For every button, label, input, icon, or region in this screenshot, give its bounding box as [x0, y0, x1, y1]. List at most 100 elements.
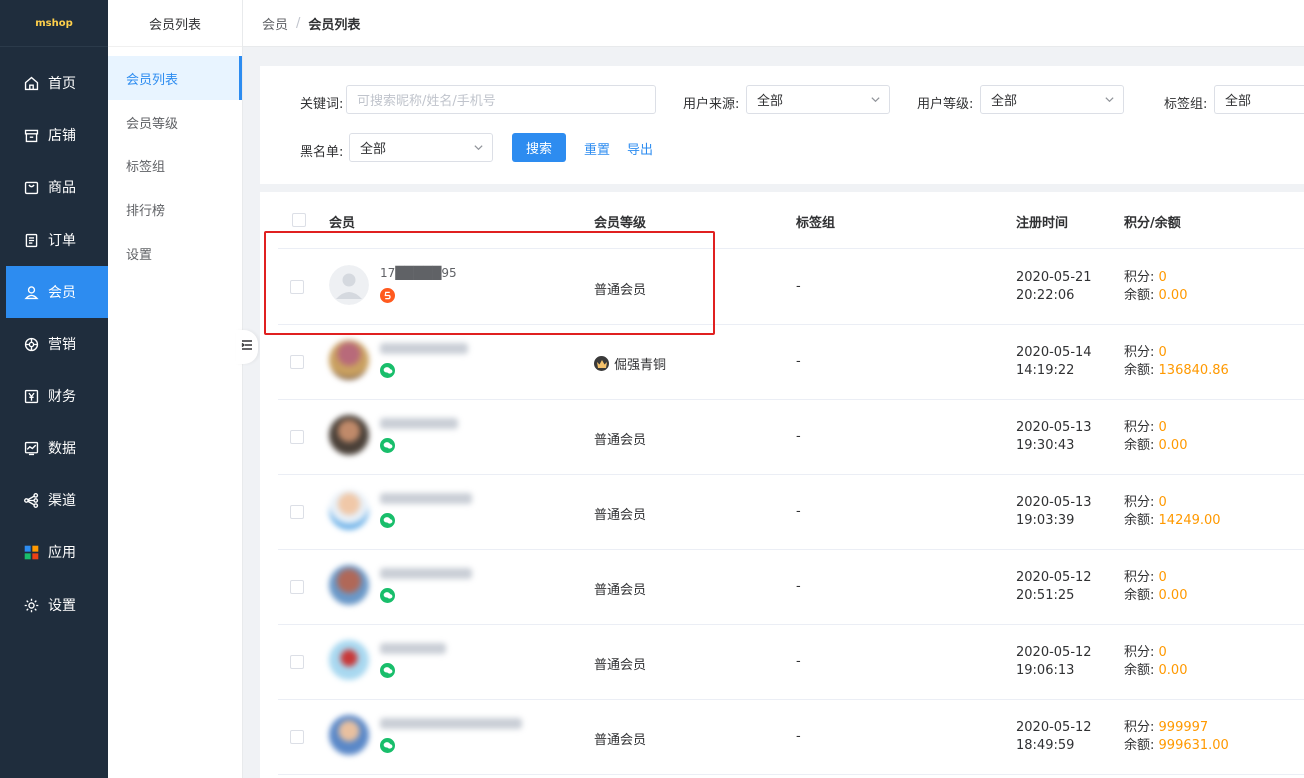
- blurred-nickname: [380, 568, 472, 579]
- balance-label: 余额:: [1124, 513, 1155, 528]
- tag-group-label: 标签组:: [1164, 97, 1208, 112]
- header-points-balance: 积分/余额: [1124, 216, 1181, 231]
- apps-icon: [22, 543, 40, 561]
- member-level: 普通会员: [594, 579, 646, 598]
- blurred-nickname: [380, 343, 468, 354]
- submenu-item-member-list[interactable]: 会员列表: [108, 56, 242, 100]
- balance-label: 余额:: [1124, 738, 1155, 753]
- highlight-annotation-box: [264, 231, 715, 335]
- tag-group-select[interactable]: 全部: [1214, 85, 1304, 114]
- marketing-icon: [22, 335, 40, 353]
- nav-item-marketing[interactable]: 营销: [6, 318, 108, 370]
- collapse-menu-button[interactable]: [236, 330, 258, 364]
- blacklist-select[interactable]: 全部: [349, 133, 493, 162]
- row-checkbox[interactable]: [290, 355, 304, 369]
- points-balance: 积分: 0 余额: 0.00: [1124, 269, 1187, 305]
- row-checkbox[interactable]: [290, 505, 304, 519]
- member-tag-group: -: [796, 579, 801, 594]
- table-row[interactable]: 普通会员 - 2020-05-12 18:49:59 积分: 999997 余额:…: [278, 700, 1304, 775]
- table-row[interactable]: 普通会员 - 2020-05-12 19:06:13 积分: 0 余额: 0.00: [278, 625, 1304, 700]
- table-row[interactable]: 普通会员 - 2020-05-12 20:51:25 积分: 0 余额: 0.00: [278, 550, 1304, 625]
- submenu-item-tag-group[interactable]: 标签组: [108, 143, 242, 187]
- nav-label: 设置: [48, 598, 76, 614]
- nav-item-members[interactable]: 会员: [6, 266, 108, 318]
- reset-link[interactable]: 重置: [584, 139, 610, 158]
- points-balance: 积分: 999997 余额: 999631.00: [1124, 719, 1229, 755]
- source-select[interactable]: 全部: [746, 85, 890, 114]
- balance-value: 0.00: [1158, 663, 1188, 678]
- keyword-label: 关键词:: [300, 97, 344, 112]
- points-balance: 积分: 0 余额: 136840.86: [1124, 344, 1229, 380]
- points-label: 积分:: [1124, 645, 1155, 660]
- member-level-label: 普通会员: [594, 433, 647, 448]
- member-level: 倔强青铜: [594, 354, 666, 373]
- balance-label: 余额:: [1124, 363, 1155, 378]
- balance-value: 14249.00: [1158, 513, 1221, 528]
- nav-item-settings[interactable]: 设置: [6, 579, 108, 631]
- points-label: 积分:: [1124, 420, 1155, 435]
- nav-item-store[interactable]: 店铺: [6, 109, 108, 161]
- home-icon: [22, 74, 40, 92]
- points-balance: 积分: 0 余额: 0.00: [1124, 569, 1187, 605]
- export-link[interactable]: 导出: [627, 139, 653, 158]
- level-select[interactable]: 全部: [980, 85, 1124, 114]
- member-tag-group: -: [796, 354, 801, 369]
- nav-item-data[interactable]: 数据: [6, 422, 108, 474]
- table-row[interactable]: 普通会员 - 2020-05-13 19:30:43 积分: 0 余额: 0.00: [278, 400, 1304, 475]
- row-checkbox[interactable]: [290, 730, 304, 744]
- blurred-nickname: [380, 643, 446, 654]
- keyword-input[interactable]: 可搜索昵称/姓名/手机号: [346, 85, 656, 114]
- breadcrumb-root[interactable]: 会员: [262, 14, 288, 33]
- points-value: 999997: [1158, 720, 1209, 735]
- row-checkbox[interactable]: [290, 580, 304, 594]
- wechat-source-icon: [380, 663, 395, 678]
- nav-label: 财务: [48, 389, 76, 405]
- submenu-item-ranking[interactable]: 排行榜: [108, 187, 242, 231]
- submenu-item-settings[interactable]: 设置: [108, 231, 242, 275]
- points-value: 0: [1158, 495, 1167, 510]
- nav-label: 渠道: [48, 493, 76, 509]
- nav-label: 应用: [48, 545, 76, 561]
- points-label: 积分:: [1124, 495, 1155, 510]
- nav-label: 店铺: [48, 128, 76, 144]
- row-checkbox[interactable]: [290, 430, 304, 444]
- search-button[interactable]: 搜索: [512, 133, 566, 162]
- register-date: 2020-05-12: [1016, 570, 1092, 585]
- nav-item-finance[interactable]: 财务: [6, 370, 108, 422]
- register-clock: 19:06:13: [1016, 663, 1075, 678]
- select-all-checkbox[interactable]: [292, 213, 306, 227]
- balance-label: 余额:: [1124, 438, 1155, 453]
- table-row[interactable]: 倔强青铜 - 2020-05-14 14:19:22 积分: 0 余额: 1368…: [278, 325, 1304, 400]
- logo[interactable]: mshop: [0, 0, 108, 47]
- points-label: 积分:: [1124, 270, 1155, 285]
- submenu-item-member-level[interactable]: 会员等级: [108, 100, 242, 144]
- header-member: 会员: [329, 216, 356, 231]
- points-value: 0: [1158, 645, 1167, 660]
- register-time: 2020-05-13 19:03:39: [1016, 494, 1092, 530]
- points-balance: 积分: 0 余额: 14249.00: [1124, 494, 1221, 530]
- nav-item-apps[interactable]: 应用: [6, 526, 108, 578]
- nav-item-goods[interactable]: 商品: [6, 161, 108, 213]
- member-tag-group: -: [796, 654, 801, 669]
- member-tag-group: -: [796, 279, 801, 294]
- member-tag-group: -: [796, 504, 801, 519]
- nav-item-home[interactable]: 首页: [6, 57, 108, 109]
- filter-panel: 关键词: 可搜索昵称/姓名/手机号 用户来源: 全部 用户等级: 全部 标签组:…: [260, 66, 1304, 184]
- member-level-label: 普通会员: [594, 508, 647, 523]
- member-level: 普通会员: [594, 429, 646, 448]
- register-date: 2020-05-13: [1016, 495, 1092, 510]
- share-icon: [22, 491, 40, 509]
- main-sidebar: mshop 首页 店铺 商品 订单 会员 营销 财务 数据 渠道 应用 设置: [0, 0, 108, 778]
- table-row[interactable]: 普通会员 - 2020-05-13 19:03:39 积分: 0 余额: 1424…: [278, 475, 1304, 550]
- nav-item-orders[interactable]: 订单: [6, 214, 108, 266]
- register-clock: 19:03:39: [1016, 513, 1075, 528]
- store-icon: [22, 126, 40, 144]
- nav-label: 首页: [48, 76, 76, 92]
- row-checkbox[interactable]: [290, 655, 304, 669]
- points-value: 0: [1158, 570, 1167, 585]
- blacklist-label: 黑名单:: [300, 145, 344, 160]
- balance-value: 0.00: [1158, 288, 1188, 303]
- submenu-title: 会员列表: [108, 0, 242, 47]
- member-level-label: 普通会员: [594, 733, 647, 748]
- nav-item-channels[interactable]: 渠道: [6, 474, 108, 526]
